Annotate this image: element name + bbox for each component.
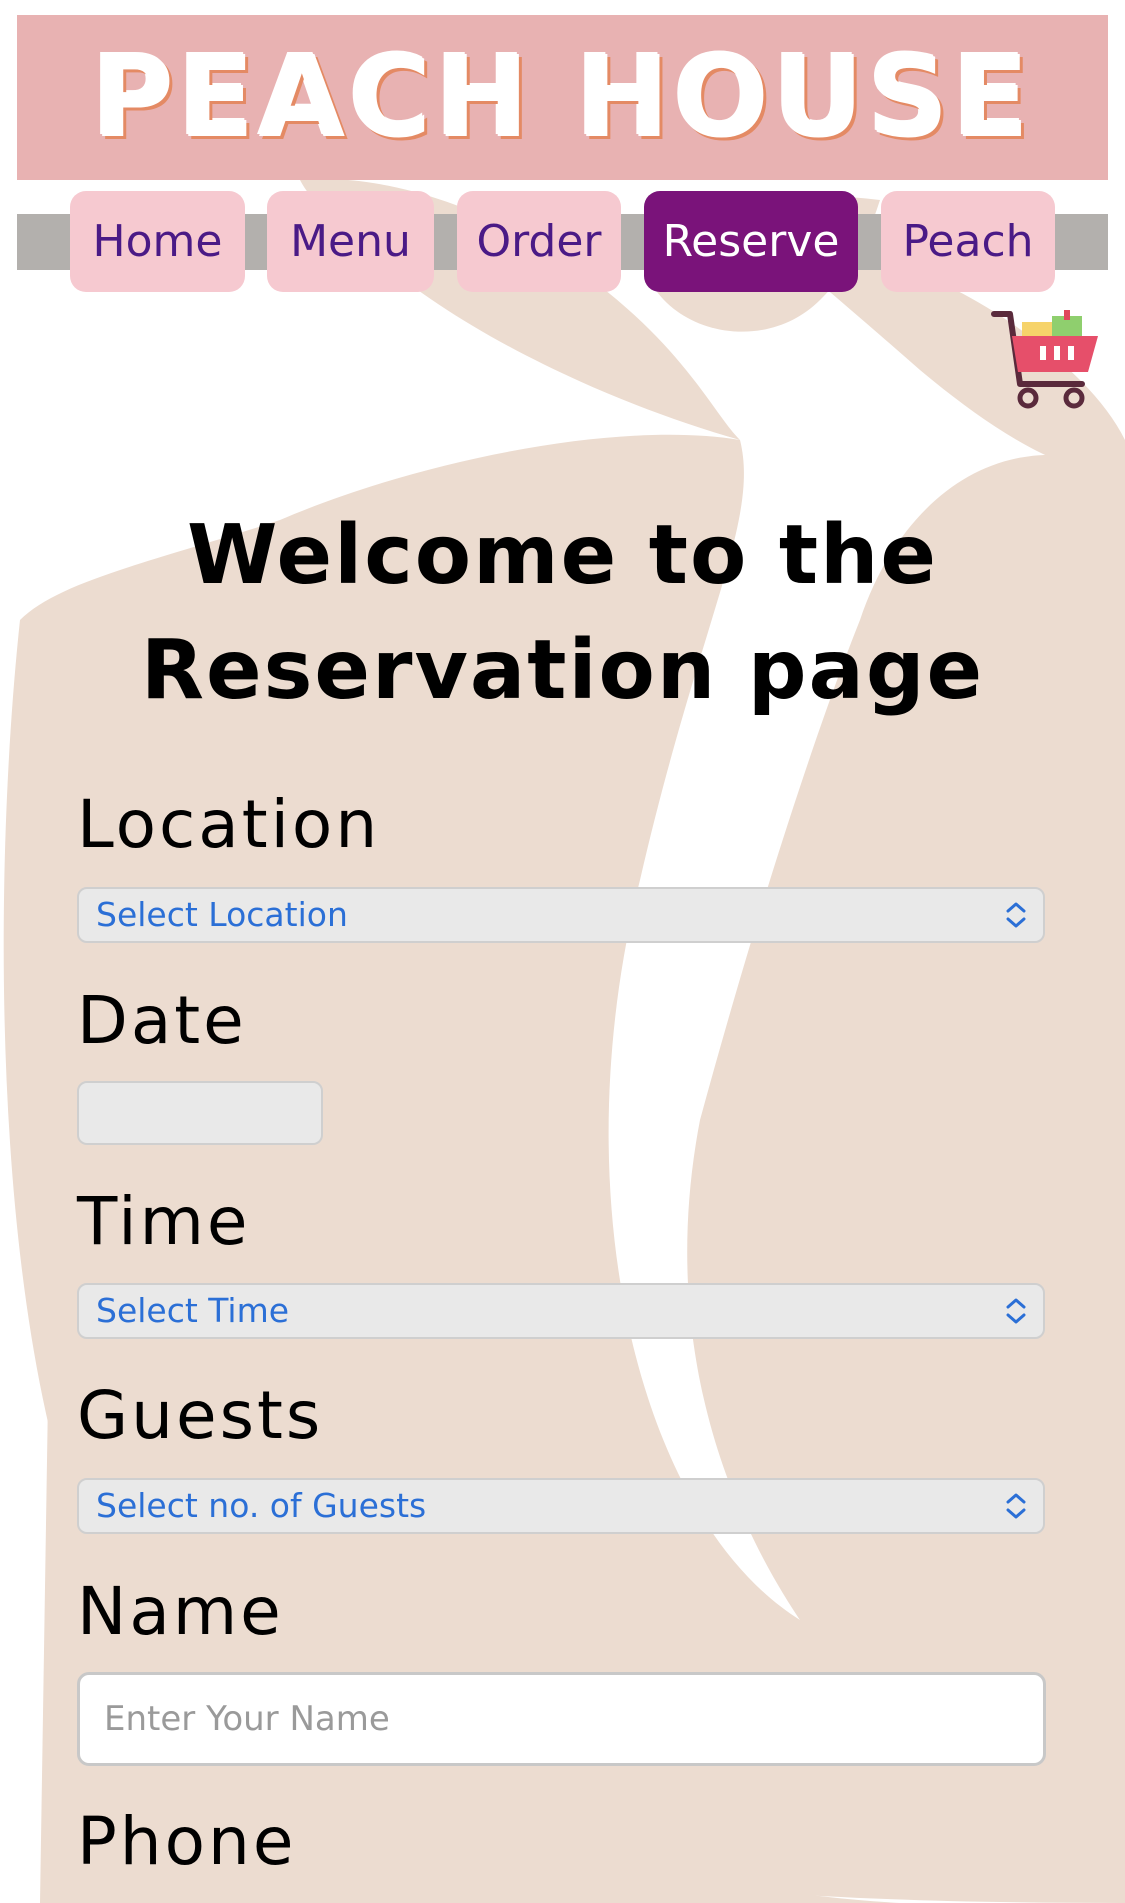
date-label: Date [77, 982, 247, 1059]
nav-reserve-button[interactable]: Reserve [644, 191, 858, 292]
guests-select[interactable]: Select no. of Guests [77, 1478, 1045, 1534]
chevron-up-down-icon [1006, 902, 1026, 928]
chevron-up-down-icon [1006, 1298, 1026, 1324]
chevron-up-down-icon [1006, 1493, 1026, 1519]
time-label: Time [77, 1183, 251, 1260]
location-select[interactable]: Select Location [77, 887, 1045, 943]
location-select-value: Select Location [96, 895, 348, 934]
time-select-value: Select Time [96, 1291, 290, 1330]
nav-home-button[interactable]: Home [70, 191, 245, 292]
time-select[interactable]: Select Time [77, 1283, 1045, 1339]
phone-label: Phone [77, 1803, 297, 1880]
shopping-cart-icon[interactable] [990, 308, 1100, 410]
date-input[interactable] [77, 1081, 323, 1145]
nav-order-button[interactable]: Order [457, 191, 621, 292]
page-heading-line-2: Reservation page [140, 623, 985, 718]
name-input[interactable] [77, 1672, 1046, 1766]
guests-label: Guests [77, 1377, 324, 1454]
location-label: Location [77, 786, 381, 863]
nav-menu-button[interactable]: Menu [267, 191, 434, 292]
page-heading: Welcome to the Reservation page [100, 498, 1025, 728]
nav-peach-button[interactable]: Peach [881, 191, 1055, 292]
guests-select-value: Select no. of Guests [96, 1486, 427, 1525]
site-banner: PEACH HOUSE [17, 15, 1108, 180]
site-logo-title: PEACH HOUSE [91, 32, 1034, 163]
page-heading-line-1: Welcome to the [186, 508, 939, 603]
name-label: Name [77, 1573, 284, 1650]
